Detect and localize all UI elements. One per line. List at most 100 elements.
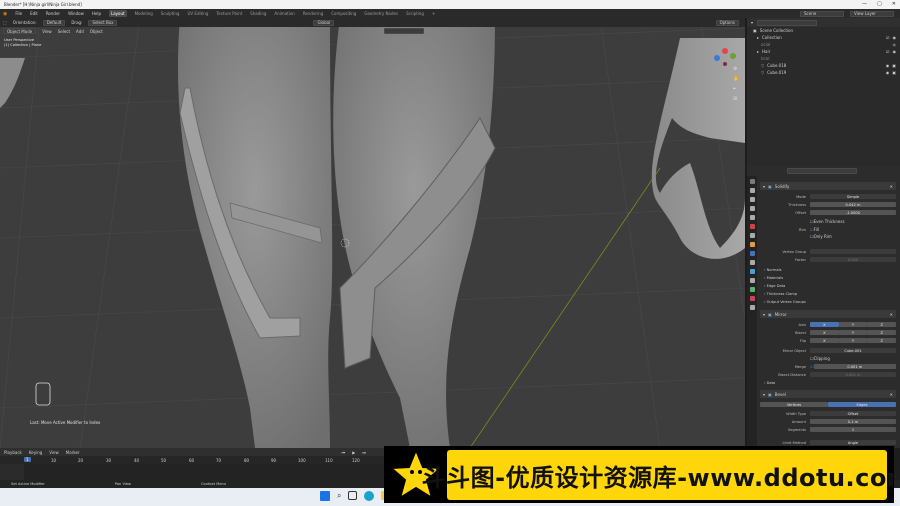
ortho-icon[interactable]: ⊞ [733, 96, 739, 102]
keying-menu[interactable]: Keying [29, 450, 42, 455]
world-tab-icon[interactable] [749, 224, 755, 229]
view-layer-selector[interactable]: View Layer [850, 10, 894, 17]
drag-dropdown[interactable]: Select Box [88, 19, 118, 26]
close-icon[interactable]: ✕ [890, 312, 896, 317]
outliner-scene-collection[interactable]: ▣ Scene Collection [747, 27, 900, 34]
bevel-edges-tab[interactable]: Edges [828, 402, 896, 407]
outliner-row[interactable]: ▽ Cube.019 ◉ ▣ [747, 69, 900, 76]
eye-icon[interactable]: ◉ [886, 63, 890, 68]
workspace-tab-rendering[interactable]: Rendering [303, 11, 323, 16]
playback-menu[interactable]: Playback [4, 450, 22, 455]
outliner-row[interactable]: ▸ Collection ☑ ◉ [747, 34, 900, 41]
scene-tab-icon[interactable] [749, 215, 755, 220]
menu-object[interactable]: Object [90, 29, 103, 34]
scene-selector[interactable]: Scene [800, 10, 844, 17]
camera-icon[interactable]: ▣ [892, 70, 896, 75]
start-icon[interactable] [320, 491, 330, 501]
current-frame-indicator[interactable]: 1 [24, 457, 31, 462]
vertex-group-field[interactable] [810, 249, 896, 254]
menu-add[interactable]: Add [76, 29, 84, 34]
workspace-tab-texture-paint[interactable]: Texture Paint [216, 11, 242, 16]
output-tab-icon[interactable] [749, 197, 755, 202]
workspace-tab-modeling[interactable]: Modeling [135, 11, 153, 16]
axis-z-toggle[interactable]: Z [867, 322, 897, 327]
tool-tab-icon[interactable] [749, 179, 755, 184]
menu-edit[interactable]: Edit [30, 11, 38, 16]
bisect-x-toggle[interactable]: X [810, 330, 839, 335]
bevel-modifier-header[interactable]: ▾ ▣ Bevel ✕ [760, 390, 896, 398]
modifier-name[interactable]: Bevel [775, 392, 786, 397]
object-tab-icon[interactable] [749, 242, 755, 247]
subpanel-output-vertex-groups[interactable]: › Output Vertex Groups [764, 300, 806, 304]
add-workspace-button[interactable]: + [432, 11, 435, 16]
bevel-vertices-tab[interactable]: Vertices [760, 402, 828, 407]
menu-select[interactable]: Select [58, 29, 70, 34]
particles-tab-icon[interactable] [749, 260, 755, 265]
options-dropdown[interactable]: Options [715, 19, 739, 26]
viewport-search[interactable] [383, 28, 424, 34]
bisect-distance-field[interactable]: 0.001 m [810, 372, 896, 377]
offset-field[interactable]: -1.0000 [810, 210, 896, 215]
menu-view[interactable]: View [42, 29, 52, 34]
texture-tab-icon[interactable] [749, 305, 755, 310]
marker-menu[interactable]: Marker [66, 450, 80, 455]
flip-x-toggle[interactable]: X [810, 338, 839, 343]
menu-help[interactable]: Help [92, 11, 101, 16]
outliner-search[interactable] [757, 19, 818, 26]
play-icon[interactable]: ▶ [352, 450, 355, 455]
jump-start-icon[interactable]: ⏮ [342, 450, 346, 455]
properties-search[interactable] [787, 168, 857, 174]
gizmo-z-axis-icon[interactable] [714, 55, 720, 61]
material-tab-icon[interactable] [749, 296, 755, 301]
checkbox-icon[interactable]: ☑ [886, 35, 890, 40]
camera-icon[interactable]: ▣ [892, 63, 896, 68]
jump-end-icon[interactable]: ⏭ [362, 450, 366, 455]
gizmo-x-axis-icon[interactable] [722, 48, 728, 54]
data-tab-icon[interactable] [749, 287, 755, 292]
search-icon[interactable]: ⌕ [337, 491, 341, 501]
workspace-tab-uv-editing[interactable]: UV Editing [187, 11, 208, 16]
pan-icon[interactable]: ✋ [733, 76, 739, 82]
chevron-down-icon[interactable]: ▾ [763, 184, 765, 189]
minimize-button[interactable]: — [862, 1, 867, 7]
close-icon[interactable]: ✕ [890, 184, 896, 189]
blender-logo-icon[interactable]: ◉ [3, 11, 7, 17]
limit-method-dropdown[interactable]: Angle [810, 440, 896, 445]
modifier-name[interactable]: Mirror [775, 312, 787, 317]
workspace-tab-shading[interactable]: Shading [250, 11, 266, 16]
chevron-down-icon[interactable]: ▾ [763, 392, 765, 397]
object-mode-dropdown[interactable]: Object Mode [3, 28, 37, 34]
orientation-dropdown[interactable]: Default [42, 19, 66, 26]
modifier-tab-icon[interactable] [749, 251, 755, 256]
workspace-tab-compositing[interactable]: Compositing [331, 11, 356, 16]
workspace-tab-animation[interactable]: Animation [274, 11, 294, 16]
solidify-modifier-header[interactable]: ▾ ▣ Solidify ✕ [760, 182, 896, 190]
physics-tab-icon[interactable] [749, 269, 755, 274]
amount-field[interactable]: 0.1 m [810, 419, 896, 424]
collection-tab-icon[interactable] [749, 233, 755, 238]
outliner-row[interactable]: Icrol [747, 55, 900, 62]
solidify-mode-dropdown[interactable]: Simple [810, 194, 896, 199]
transform-orientation-dropdown[interactable]: Global [313, 19, 335, 26]
eye-icon[interactable]: ◉ [893, 42, 897, 47]
maximize-button[interactable]: ▢ [877, 1, 882, 7]
merge-distance-field[interactable]: 0.001 m [813, 364, 896, 369]
render-tab-icon[interactable] [749, 188, 755, 193]
menu-file[interactable]: File [15, 11, 22, 16]
zoom-icon[interactable]: ⊕ [733, 66, 739, 72]
bisect-y-toggle[interactable]: Y [838, 330, 868, 335]
axis-x-toggle[interactable]: X [810, 322, 839, 327]
factor-field[interactable]: 0.000 [810, 257, 896, 262]
outliner-row[interactable]: ▸ Hair ☑ ◉ [747, 48, 900, 55]
thickness-field[interactable]: 0.042 m [810, 202, 896, 207]
segments-field[interactable]: 1 [810, 427, 896, 432]
gizmo-neg-x-icon[interactable] [723, 62, 727, 66]
task-view-icon[interactable] [348, 491, 358, 500]
axis-y-toggle[interactable]: Y [838, 322, 868, 327]
workspace-tab-scripting[interactable]: Scripting [406, 11, 424, 16]
eye-icon[interactable]: ◉ [886, 70, 890, 75]
close-icon[interactable]: ✕ [890, 392, 896, 397]
close-button[interactable]: ✕ [892, 1, 896, 7]
subpanel-data[interactable]: › Data [764, 381, 775, 385]
width-type-dropdown[interactable]: Offset [810, 411, 896, 416]
